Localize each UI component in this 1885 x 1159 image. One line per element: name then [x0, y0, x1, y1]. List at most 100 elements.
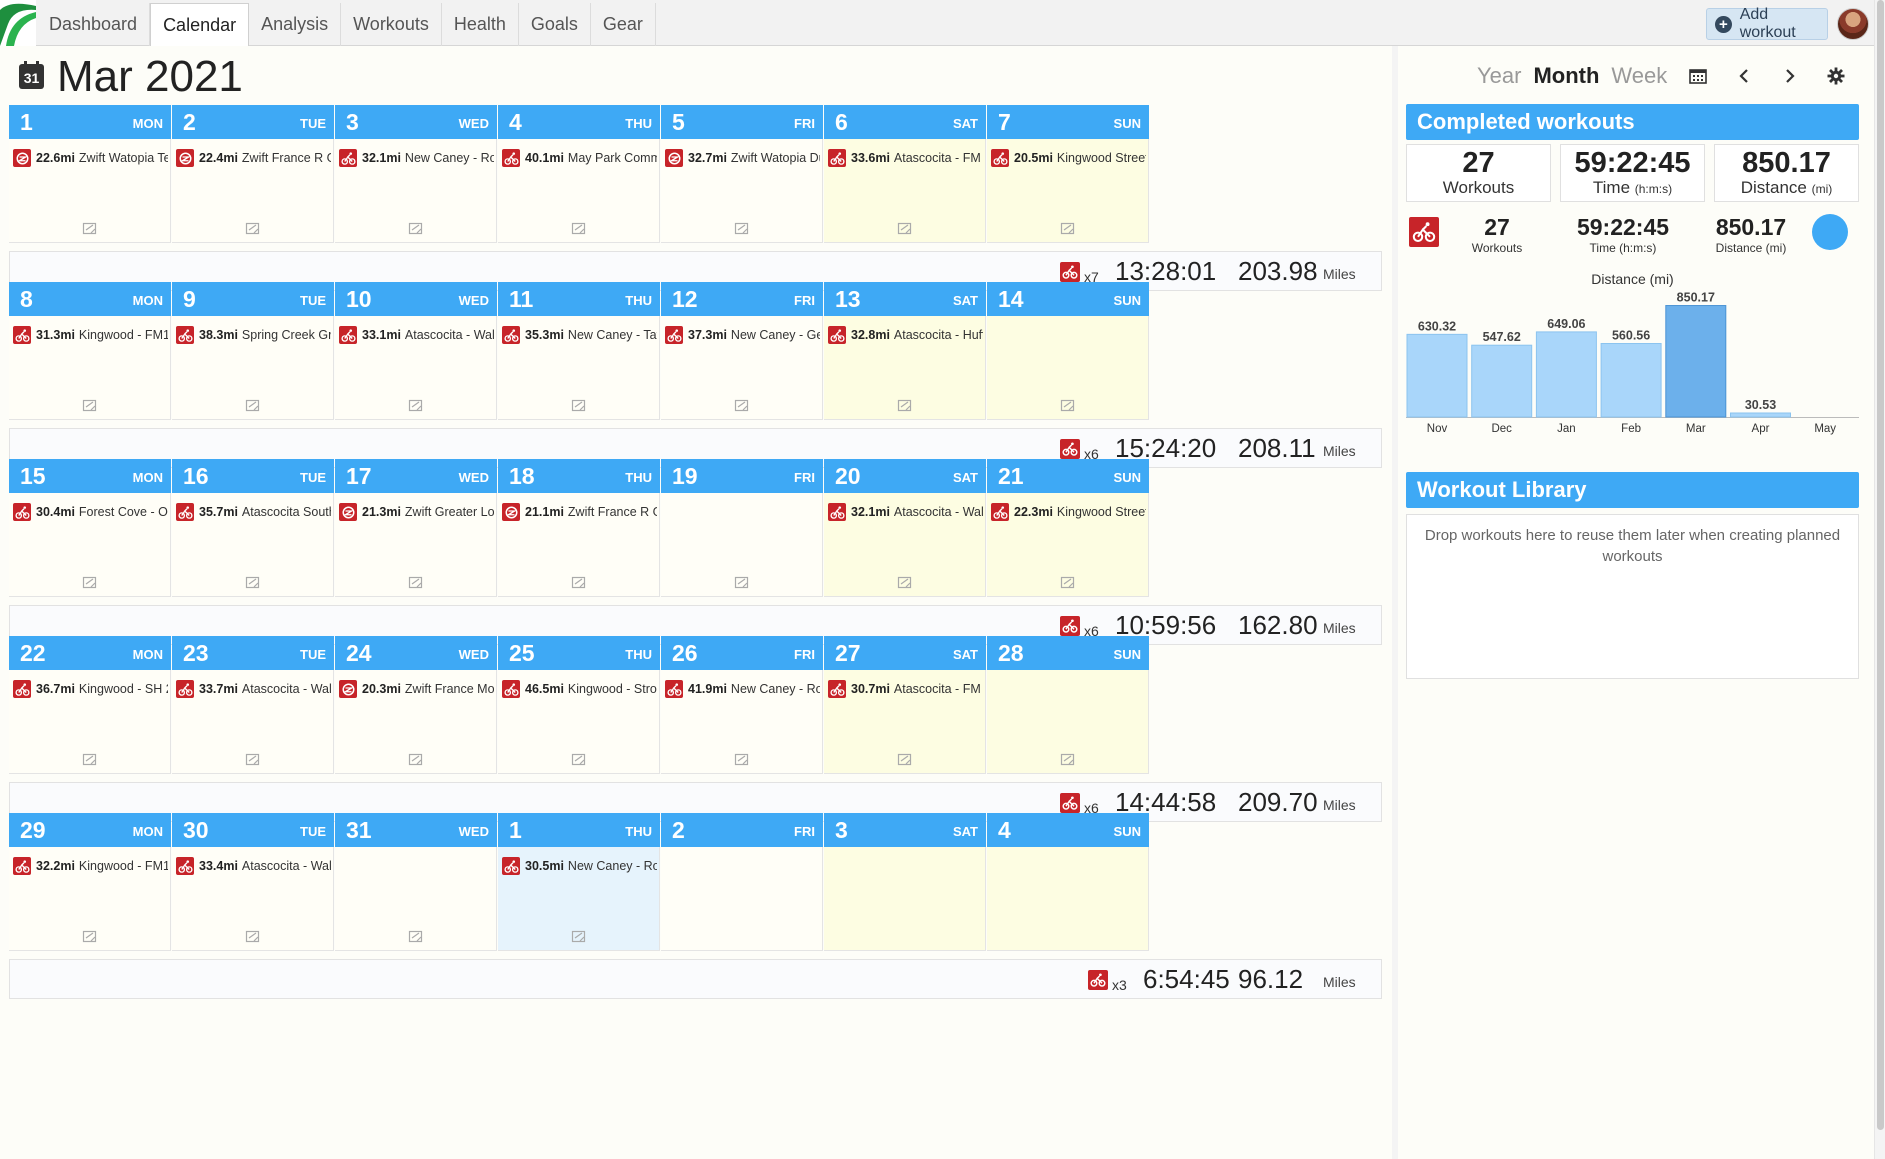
day-cell[interactable]: 33.6miAtascocita - FM 2100 -	[824, 139, 986, 243]
day-header[interactable]: 30 TUE	[172, 813, 334, 847]
calendar-picker-icon[interactable]	[1685, 63, 1711, 89]
add-note-icon[interactable]	[571, 576, 587, 590]
day-cell[interactable]: 38.3miSpring Creek Greenwa	[172, 316, 334, 420]
workout-item[interactable]: 32.1miAtascocita - Walden - I	[828, 502, 983, 522]
day-cell[interactable]: 35.3miNew Caney - Tavola - \	[498, 316, 660, 420]
add-note-icon[interactable]	[1060, 576, 1076, 590]
add-note-icon[interactable]	[897, 399, 913, 413]
previous-month-icon[interactable]	[1731, 63, 1757, 89]
add-note-icon[interactable]	[408, 222, 424, 236]
day-cell[interactable]	[987, 847, 1149, 951]
day-cell[interactable]	[824, 847, 986, 951]
add-note-icon[interactable]	[571, 399, 587, 413]
workout-item[interactable]: 38.3miSpring Creek Greenwa	[176, 325, 331, 345]
workout-item[interactable]: 31.3miKingwood - FM1485 - I	[13, 325, 168, 345]
view-month-button[interactable]: Month	[1533, 63, 1599, 89]
tab-workouts[interactable]: Workouts	[341, 3, 442, 46]
add-note-icon[interactable]	[245, 576, 261, 590]
day-header[interactable]: 20 SAT	[824, 459, 986, 493]
day-header[interactable]: 4 THU	[498, 105, 660, 139]
day-cell[interactable]: 30.5miNew Caney - Roman F	[498, 847, 660, 951]
day-cell[interactable]: 20.5mi Kingwood Streets	[987, 139, 1149, 243]
day-header[interactable]: 29 MON	[9, 813, 171, 847]
workout-item[interactable]: 22.4miZwift France R G V	[176, 148, 331, 168]
day-cell[interactable]: 22.6miZwift Watopia Tempus	[9, 139, 171, 243]
add-note-icon[interactable]	[1060, 753, 1076, 767]
day-header[interactable]: 23 TUE	[172, 636, 334, 670]
workout-item[interactable]: 33.4miAtascocita - Walden - I	[176, 856, 331, 876]
workout-item[interactable]: 30.7miAtascocita - FM 2100 -	[828, 679, 983, 699]
day-cell[interactable]: 22.3miKingwood Streets & Tr	[987, 493, 1149, 597]
add-note-icon[interactable]	[408, 753, 424, 767]
day-header[interactable]: 14 SUN	[987, 282, 1149, 316]
workout-item[interactable]: 35.7miAtascocita South - Wal	[176, 502, 331, 522]
workout-library-dropzone[interactable]: Drop workouts here to reuse them later w…	[1406, 514, 1859, 679]
add-note-icon[interactable]	[245, 753, 261, 767]
day-cell[interactable]: 40.1miMay Park Community	[498, 139, 660, 243]
workout-item[interactable]: 22.6miZwift Watopia Tempus	[13, 148, 168, 168]
add-note-icon[interactable]	[245, 399, 261, 413]
day-header[interactable]: 10 WED	[335, 282, 497, 316]
add-note-icon[interactable]	[571, 753, 587, 767]
day-header[interactable]: 17 WED	[335, 459, 497, 493]
add-note-icon[interactable]	[82, 753, 98, 767]
tab-dashboard[interactable]: Dashboard	[37, 3, 151, 46]
day-header[interactable]: 2 FRI	[661, 813, 823, 847]
tab-goals[interactable]: Goals	[519, 3, 591, 46]
day-header[interactable]: 25 THU	[498, 636, 660, 670]
day-cell[interactable]: 30.4miForest Cove - Oakhurs	[9, 493, 171, 597]
day-header[interactable]: 27 SAT	[824, 636, 986, 670]
day-cell[interactable]: 32.1miAtascocita - Walden - I	[824, 493, 986, 597]
day-header[interactable]: 7 SUN	[987, 105, 1149, 139]
day-cell[interactable]: 33.1miAtascocita - Walden - I	[335, 316, 497, 420]
add-note-icon[interactable]	[734, 753, 750, 767]
day-header[interactable]: 26 FRI	[661, 636, 823, 670]
workout-item[interactable]: 22.3miKingwood Streets & Tr	[991, 502, 1146, 522]
day-cell[interactable]: 46.5miKingwood - Stroker Ro	[498, 670, 660, 774]
day-cell[interactable]	[661, 847, 823, 951]
add-note-icon[interactable]	[82, 399, 98, 413]
day-cell[interactable]: 36.7miKingwood - SH 242 - K	[9, 670, 171, 774]
add-note-icon[interactable]	[408, 930, 424, 944]
day-cell[interactable]	[987, 316, 1149, 420]
workout-item[interactable]: 32.2miKingwood - FM1485 - I	[13, 856, 168, 876]
add-note-icon[interactable]	[897, 222, 913, 236]
day-cell[interactable]: 37.3miNew Caney - Gene Car	[661, 316, 823, 420]
day-cell[interactable]: 32.8miAtascocita - Huffman -	[824, 316, 986, 420]
day-header[interactable]: 15 MON	[9, 459, 171, 493]
day-cell[interactable]: 32.2miKingwood - FM1485 - I	[9, 847, 171, 951]
workout-item[interactable]: 20.3miZwift France Moule Ma	[339, 679, 494, 699]
calendar-scroll-track[interactable]	[1392, 46, 1398, 1159]
settings-gear-icon[interactable]	[1823, 63, 1849, 89]
tab-calendar[interactable]: Calendar	[150, 3, 250, 46]
add-note-icon[interactable]	[734, 222, 750, 236]
tab-analysis[interactable]: Analysis	[249, 3, 342, 46]
day-header[interactable]: 19 FRI	[661, 459, 823, 493]
day-header[interactable]: 1 THU	[498, 813, 660, 847]
day-header[interactable]: 16 TUE	[172, 459, 334, 493]
day-cell[interactable]: 31.3miKingwood - FM1485 - I	[9, 316, 171, 420]
add-note-icon[interactable]	[571, 222, 587, 236]
day-cell[interactable]: 33.7miAtascocita - Walden - I	[172, 670, 334, 774]
day-header[interactable]: 8 MON	[9, 282, 171, 316]
workout-item[interactable]: 32.1miNew Caney - Roman F	[339, 148, 494, 168]
workout-item[interactable]: 32.8miAtascocita - Huffman -	[828, 325, 983, 345]
add-note-icon[interactable]	[245, 222, 261, 236]
workout-item[interactable]: 40.1miMay Park Community	[502, 148, 657, 168]
view-year-button[interactable]: Year	[1477, 63, 1521, 89]
day-header[interactable]: 13 SAT	[824, 282, 986, 316]
day-header[interactable]: 18 THU	[498, 459, 660, 493]
day-header[interactable]: 3 WED	[335, 105, 497, 139]
tab-gear[interactable]: Gear	[591, 3, 656, 46]
add-note-icon[interactable]	[571, 930, 587, 944]
day-header[interactable]: 11 THU	[498, 282, 660, 316]
day-cell[interactable]: 20.3miZwift France Moule Ma	[335, 670, 497, 774]
day-cell[interactable]: 22.4miZwift France R G V	[172, 139, 334, 243]
day-cell[interactable]	[987, 670, 1149, 774]
day-header[interactable]: 2 TUE	[172, 105, 334, 139]
view-week-button[interactable]: Week	[1611, 63, 1667, 89]
day-cell[interactable]: 30.7miAtascocita - FM 2100 -	[824, 670, 986, 774]
workout-item[interactable]: 36.7miKingwood - SH 242 - K	[13, 679, 168, 699]
day-header[interactable]: 22 MON	[9, 636, 171, 670]
add-note-icon[interactable]	[245, 930, 261, 944]
